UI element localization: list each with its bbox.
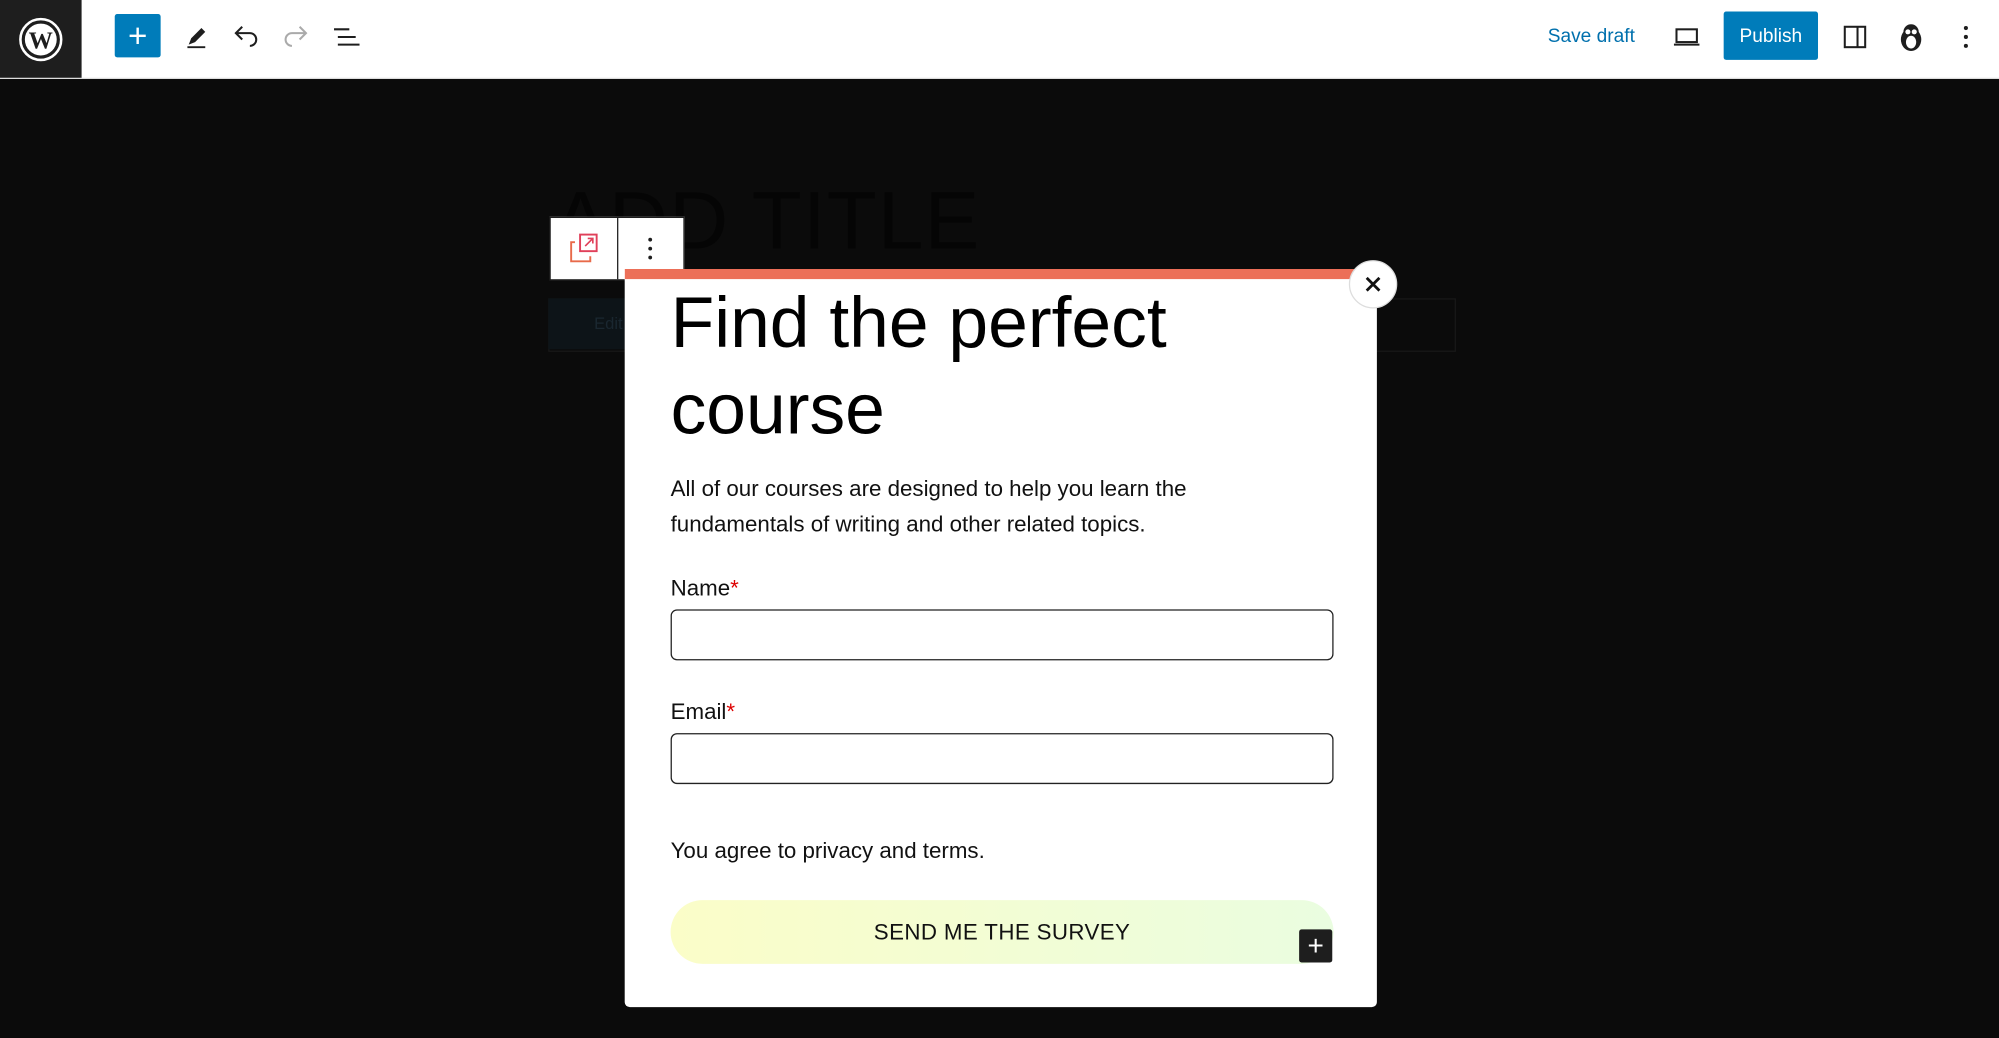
editor-top-bar: W + Save draft Publish bbox=[0, 0, 1999, 80]
list-view-button[interactable] bbox=[329, 18, 365, 56]
close-popup-button[interactable] bbox=[1348, 260, 1398, 309]
wordpress-logo[interactable]: W bbox=[0, 0, 82, 78]
email-label-text: Email bbox=[670, 698, 727, 725]
desktop-preview-icon bbox=[1673, 28, 1700, 46]
add-block-button[interactable]: + bbox=[114, 14, 161, 58]
block-inserter-button[interactable]: + bbox=[1299, 929, 1333, 963]
name-label: Name* bbox=[671, 575, 739, 602]
required-mark: * bbox=[726, 698, 736, 725]
avatar-icon bbox=[1900, 24, 1922, 51]
submit-button[interactable]: SEND ME THE SURVEY bbox=[670, 900, 1334, 964]
sidebar-icon bbox=[1843, 25, 1867, 49]
email-label: Email* bbox=[671, 699, 735, 726]
undo-button[interactable] bbox=[228, 18, 264, 56]
popup-modal: Find the perfect course All of our cours… bbox=[624, 269, 1377, 1008]
preview-button[interactable] bbox=[1668, 18, 1706, 56]
agreement-text[interactable]: You agree to privacy and terms. bbox=[671, 838, 985, 865]
svg-text:W: W bbox=[29, 27, 53, 54]
background-edit-button: Edit bbox=[548, 298, 628, 350]
save-draft-button[interactable]: Save draft bbox=[1548, 25, 1635, 47]
redo-icon bbox=[284, 26, 308, 47]
tools-button[interactable] bbox=[178, 18, 214, 56]
more-vertical-icon bbox=[1963, 26, 1968, 48]
plus-icon: + bbox=[128, 15, 148, 55]
settings-sidebar-button[interactable] bbox=[1836, 18, 1874, 56]
pencil-icon bbox=[187, 28, 206, 49]
list-view-icon bbox=[334, 28, 360, 46]
popup-description[interactable]: All of our courses are designed to help … bbox=[671, 470, 1308, 541]
close-icon bbox=[1365, 276, 1381, 292]
required-mark: * bbox=[730, 574, 739, 601]
more-vertical-icon bbox=[648, 237, 653, 260]
undo-icon bbox=[234, 26, 258, 47]
plus-icon: + bbox=[1307, 929, 1324, 962]
popup-block-button[interactable] bbox=[551, 218, 617, 279]
publish-button[interactable]: Publish bbox=[1723, 11, 1819, 60]
plugin-button[interactable] bbox=[1892, 17, 1930, 58]
email-input[interactable] bbox=[670, 733, 1334, 785]
popup-icon bbox=[569, 233, 598, 263]
name-input[interactable] bbox=[670, 609, 1334, 661]
popup-heading[interactable]: Find the perfect course bbox=[671, 279, 1334, 452]
options-button[interactable] bbox=[1951, 18, 1982, 56]
redo-button[interactable] bbox=[278, 18, 314, 56]
name-label-text: Name bbox=[670, 574, 731, 601]
